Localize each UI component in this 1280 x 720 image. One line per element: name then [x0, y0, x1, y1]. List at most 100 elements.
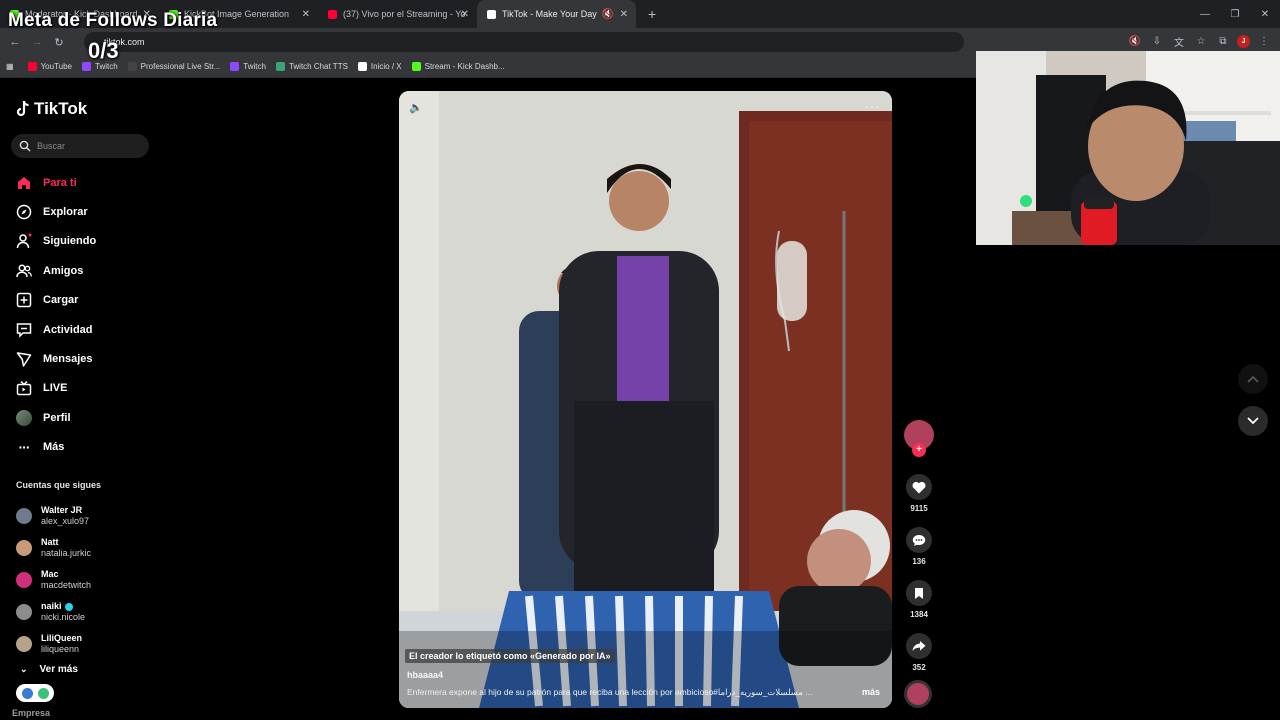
nav-item-live[interactable]: LIVE	[16, 374, 96, 403]
nav-item-actividad[interactable]: Actividad	[16, 315, 96, 344]
like-count: 9115	[910, 504, 928, 513]
bookmark-twitch-chat-tts[interactable]: Twitch Chat TTS	[275, 62, 348, 71]
app-icon	[21, 687, 33, 699]
upload-icon	[16, 292, 32, 308]
apps-icon[interactable]: ▦	[6, 62, 14, 71]
close-icon[interactable]: ✕	[620, 9, 628, 20]
youtube-icon	[27, 62, 37, 71]
share-button[interactable]: 352	[902, 633, 936, 672]
get-app-pill[interactable]	[16, 684, 54, 702]
mute-site-icon[interactable]: 🔇	[1127, 32, 1143, 50]
account-handle: nicki.nicole	[41, 612, 86, 622]
bookmark-label: Twitch	[243, 62, 266, 71]
profile-avatar-icon[interactable]: J	[1237, 34, 1250, 48]
bookmark-label: Inicio / X	[370, 62, 402, 71]
compass-icon	[16, 204, 32, 220]
nav-label: LIVE	[43, 382, 68, 395]
webcam-overlay	[976, 51, 1280, 245]
bookmark-professional-live[interactable]: Professional Live Str...	[127, 62, 221, 71]
menu-icon[interactable]: ⋮	[1256, 32, 1272, 50]
nav-item-cargar[interactable]: Cargar	[16, 286, 96, 315]
account-name: naiki	[41, 601, 62, 611]
activity-icon	[16, 322, 32, 338]
followed-account[interactable]: Natt natalia.jurkic	[16, 532, 91, 564]
nav-item-explorar[interactable]: Explorar	[16, 197, 96, 226]
comment-button[interactable]: 136	[902, 527, 936, 566]
bookmark-x[interactable]: Inicio / X	[357, 62, 402, 71]
follow-goal-title: Meta de Follows Diaria	[8, 10, 218, 31]
video-username[interactable]: hbaaaa4	[407, 670, 443, 680]
nav-item-para-ti[interactable]: Para ti	[16, 168, 96, 197]
reload-icon[interactable]: ↻	[48, 36, 70, 49]
minimize-icon[interactable]: —	[1190, 9, 1220, 20]
footer-link[interactable]: Empresa	[12, 708, 50, 718]
nav-item-mas[interactable]: ··· Más	[16, 433, 96, 462]
forward-icon[interactable]: →	[26, 36, 48, 48]
home-icon	[16, 175, 32, 191]
followed-account[interactable]: naiki nicki.nicole	[16, 596, 91, 628]
search-icon	[19, 140, 31, 152]
account-name: Natt	[41, 537, 59, 547]
bookmark-kick[interactable]: Stream - Kick Dashb...	[411, 62, 505, 71]
bookmark-label: Professional Live Str...	[140, 62, 221, 71]
nav-item-amigos[interactable]: Amigos	[16, 256, 96, 285]
bookmark-twitch-2[interactable]: Twitch	[230, 62, 266, 71]
save-button[interactable]: 1384	[902, 580, 936, 619]
tab-title: (37) Vivo por el Streaming - Yo	[343, 9, 466, 19]
description-more-button[interactable]: más	[862, 687, 880, 697]
nav-item-perfil[interactable]: Perfil	[16, 403, 96, 432]
account-handle: natalia.jurkic	[41, 548, 92, 558]
nav-label: Explorar	[43, 206, 88, 219]
messages-icon	[16, 351, 32, 367]
nav-item-mensajes[interactable]: Mensajes	[16, 344, 96, 373]
browser-tab-active[interactable]: TikTok - Make Your Day 🔇 ✕	[477, 0, 636, 28]
followed-account[interactable]: Walter JR alex_xulo97	[16, 500, 91, 532]
video-description: Enfermera expone al hijo de su patrón pa…	[407, 687, 813, 697]
next-video-button[interactable]	[1238, 406, 1268, 436]
back-icon[interactable]: ←	[4, 36, 26, 48]
music-disc-icon[interactable]	[904, 680, 932, 708]
volume-icon[interactable]: 🔈	[409, 101, 423, 114]
nav-item-siguiendo[interactable]: Siguiendo	[16, 227, 96, 256]
chevron-up-icon	[1247, 375, 1259, 383]
power-icon	[37, 687, 49, 699]
tiktok-logo[interactable]: TikTok	[16, 99, 87, 119]
webcam-feed	[976, 51, 1280, 245]
follow-plus-icon[interactable]: +	[912, 443, 926, 457]
like-button[interactable]: 9115	[902, 474, 936, 513]
nav-label: Cargar	[43, 294, 79, 307]
extensions-area: 🔇 ⇩ 文 ☆ ⧉ J ⋮	[1127, 32, 1272, 50]
video-player[interactable]: 🔈 ··· El creador lo etiquetó como «Gener…	[399, 91, 892, 708]
address-bar[interactable]: tiktok.com	[84, 32, 964, 52]
site-icon	[127, 62, 137, 71]
close-icon[interactable]: ✕	[461, 9, 469, 20]
restore-icon[interactable]: ❐	[1220, 9, 1250, 20]
followed-account[interactable]: Mac macdetwitch	[16, 564, 91, 596]
more-options-icon[interactable]: ···	[865, 99, 880, 113]
creator-avatar[interactable]: +	[902, 420, 936, 466]
close-window-icon[interactable]: ✕	[1250, 9, 1280, 20]
install-app-icon[interactable]: ⇩	[1149, 32, 1165, 50]
new-tab-icon[interactable]: +	[648, 6, 656, 22]
bookmark-star-icon[interactable]: ☆	[1193, 32, 1209, 50]
kick-icon	[411, 62, 421, 71]
bookmark-youtube[interactable]: YouTube	[27, 62, 72, 71]
tts-icon	[275, 62, 285, 71]
nav-label: Actividad	[43, 323, 93, 336]
extensions-icon[interactable]: ⧉	[1215, 32, 1231, 50]
previous-video-button[interactable]	[1238, 364, 1268, 394]
share-icon	[906, 633, 932, 659]
nav-label: Perfil	[43, 411, 71, 424]
translate-icon[interactable]: 文	[1171, 32, 1187, 50]
account-name: Mac	[41, 569, 59, 579]
browser-tab[interactable]: (37) Vivo por el Streaming - Yo ✕	[318, 0, 477, 28]
close-icon[interactable]: ✕	[302, 9, 310, 20]
see-more-button[interactable]: ⌄ Ver más	[16, 664, 78, 675]
search-input[interactable]: Buscar	[11, 134, 149, 158]
followed-account[interactable]: LiliQueen liliqueenn	[16, 628, 91, 660]
x-icon	[357, 62, 367, 71]
account-name: Walter JR	[41, 505, 83, 515]
logo-text: TikTok	[34, 99, 88, 118]
window-controls: — ❐ ✕	[1190, 0, 1280, 28]
mute-icon[interactable]: 🔇	[602, 9, 614, 20]
